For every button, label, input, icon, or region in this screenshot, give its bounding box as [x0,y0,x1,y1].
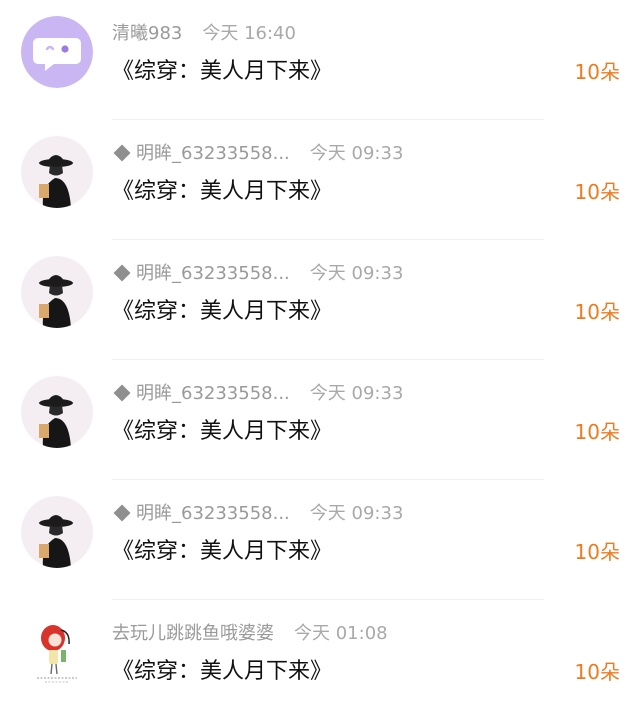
timestamp: 今天 09:33 [309,263,404,284]
list-item[interactable]: 明眸_63233558... 今天 09:33 《综穿：美人月下来》 10朵 [0,120,640,240]
timestamp: 今天 09:33 [309,383,404,404]
diamond-badge-icon [113,504,131,522]
diamond-badge-icon [113,264,131,282]
chat-bubble-face-icon [21,16,93,88]
book-title[interactable]: 《综穿：美人月下来》 [112,56,332,88]
avatar[interactable] [21,256,93,328]
book-title[interactable]: 《综穿：美人月下来》 [112,536,332,568]
list-item[interactable]: 明眸_63233558... 今天 09:33 《综穿：美人月下来》 10朵 [0,240,640,360]
diamond-badge-icon [113,144,131,162]
diamond-badge-icon [113,384,131,402]
avatar[interactable] [21,376,93,448]
woman-in-hat-avatar [21,496,93,568]
woman-in-hat-avatar [21,136,93,208]
gift-record-list: 清曦983 今天 16:40 《综穿：美人月下来》 10朵 明眸_63233558… [0,0,640,704]
cartoon-girl-avatar [21,616,93,688]
book-title[interactable]: 《综穿：美人月下来》 [112,656,332,688]
gift-count: 10朵 [574,60,620,84]
avatar[interactable] [21,496,93,568]
book-title[interactable]: 《综穿：美人月下来》 [112,176,332,208]
gift-count: 10朵 [574,540,620,564]
user-name[interactable]: 清曦983 [112,23,182,44]
item-meta: 明眸_63233558... 今天 09:33 [112,261,403,287]
user-name[interactable]: 明眸_63233558... [136,263,290,284]
timestamp: 今天 09:33 [309,143,404,164]
item-meta: 明眸_63233558... 今天 09:33 [112,501,403,527]
user-name[interactable]: 明眸_63233558... [136,503,290,524]
avatar[interactable] [21,616,93,688]
avatar[interactable] [21,136,93,208]
timestamp: 今天 16:40 [202,23,296,44]
user-name[interactable]: 去玩儿跳跳鱼哦婆婆 [112,623,274,644]
book-title[interactable]: 《综穿：美人月下来》 [112,416,332,448]
list-item[interactable]: 清曦983 今天 16:40 《综穿：美人月下来》 10朵 [0,0,640,120]
timestamp: 今天 09:33 [309,503,404,524]
user-name[interactable]: 明眸_63233558... [136,143,290,164]
gift-count: 10朵 [574,180,620,204]
list-item[interactable]: 明眸_63233558... 今天 09:33 《综穿：美人月下来》 10朵 [0,360,640,480]
gift-count: 10朵 [574,420,620,444]
woman-in-hat-avatar [21,256,93,328]
user-name[interactable]: 明眸_63233558... [136,383,290,404]
gift-count: 10朵 [574,660,620,684]
woman-in-hat-avatar [21,376,93,448]
item-meta: 清曦983 今天 16:40 [112,21,296,47]
item-meta: 去玩儿跳跳鱼哦婆婆 今天 01:08 [112,621,388,647]
avatar[interactable] [21,16,93,88]
timestamp: 今天 01:08 [294,623,388,644]
item-meta: 明眸_63233558... 今天 09:33 [112,141,403,167]
gift-count: 10朵 [574,300,620,324]
item-meta: 明眸_63233558... 今天 09:33 [112,381,403,407]
list-item[interactable]: 去玩儿跳跳鱼哦婆婆 今天 01:08 《综穿：美人月下来》 10朵 [0,600,640,704]
book-title[interactable]: 《综穿：美人月下来》 [112,296,332,328]
list-item[interactable]: 明眸_63233558... 今天 09:33 《综穿：美人月下来》 10朵 [0,480,640,600]
